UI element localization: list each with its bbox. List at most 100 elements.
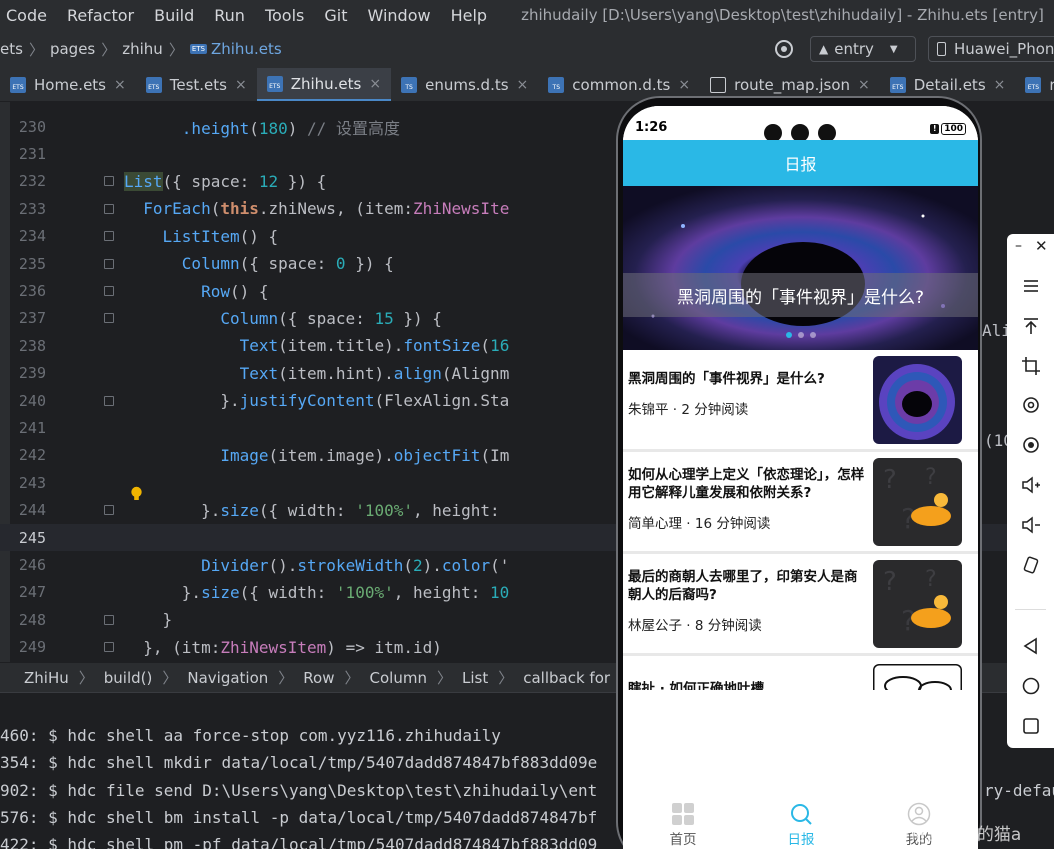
- line-number[interactable]: 247: [12, 583, 46, 601]
- device-rotate-icon[interactable]: [1021, 555, 1041, 575]
- banner-carousel[interactable]: 黑洞周围的「事件视界」是什么?: [623, 186, 978, 350]
- fold-marker-icon[interactable]: [104, 614, 114, 625]
- line-number[interactable]: 235: [12, 255, 46, 273]
- close-icon[interactable]: ×: [994, 77, 1006, 93]
- code-crumb[interactable]: Column: [370, 669, 427, 687]
- line-number[interactable]: 231: [12, 145, 46, 163]
- menu-run[interactable]: Run: [214, 6, 245, 25]
- back-icon[interactable]: [1021, 636, 1041, 656]
- pin-top-icon[interactable]: [1021, 316, 1041, 336]
- list-item[interactable]: 如何从心理学上定义「依恋理论」，怎样用它解释儿童发展和依附关系? 简单心理 · …: [623, 452, 978, 554]
- recent-apps-icon[interactable]: [1021, 716, 1041, 736]
- line-number[interactable]: 245: [12, 529, 46, 547]
- code-crumb[interactable]: ZhiHu: [24, 669, 69, 687]
- line-number[interactable]: 234: [12, 227, 46, 245]
- line-number[interactable]: 249: [12, 638, 46, 656]
- code-token: .zhiNews, (item:: [258, 199, 413, 219]
- menu-code[interactable]: Code: [6, 6, 47, 25]
- news-list[interactable]: 黑洞周围的「事件视界」是什么? 朱锦平 · 2 分钟阅读 如何从心理学上定义「依…: [623, 350, 978, 690]
- breadcrumb-file[interactable]: ETS Zhihu.ets: [189, 40, 282, 58]
- breadcrumb-ets[interactable]: ets 〉: [0, 39, 50, 60]
- line-number[interactable]: 233: [12, 200, 46, 218]
- lightbulb-icon[interactable]: [130, 486, 143, 502]
- line-number[interactable]: 243: [12, 474, 46, 492]
- rotate-icon[interactable]: [1021, 395, 1041, 415]
- menu-icon[interactable]: [1021, 276, 1041, 296]
- nav-daily[interactable]: 日报: [761, 802, 841, 848]
- list-item[interactable]: 瞎扯 · 如何正确地吐槽: [623, 656, 978, 690]
- line-number[interactable]: 232: [12, 172, 46, 190]
- menu-git[interactable]: Git: [324, 6, 347, 25]
- code-text: }.size({ width: '100%', height:: [124, 501, 509, 520]
- line-number[interactable]: 246: [12, 556, 46, 574]
- run-config-select[interactable]: ▲ entry ▼: [810, 36, 916, 62]
- tab-home-ets[interactable]: ETS Home.ets ×: [0, 68, 136, 101]
- code-token: ({ width:: [239, 582, 336, 602]
- device-select[interactable]: Huawei_Phon: [928, 36, 1054, 62]
- line-number[interactable]: 244: [12, 501, 46, 519]
- carousel-dot[interactable]: [810, 332, 816, 338]
- code-token: size: [220, 500, 259, 520]
- ts-file-icon: TS: [401, 76, 418, 93]
- phone-screen[interactable]: 1:26 ! 100 日报 黑洞周围的「事件视界」是什么? 黑洞周围的「事件视界…: [623, 106, 978, 849]
- fold-marker-icon[interactable]: [104, 231, 114, 242]
- close-icon[interactable]: ×: [858, 77, 870, 93]
- code-crumb[interactable]: List: [462, 669, 488, 687]
- volume-down-icon[interactable]: [1021, 515, 1041, 535]
- fold-marker-icon[interactable]: [104, 642, 114, 653]
- fold-marker-icon[interactable]: [104, 286, 114, 297]
- line-number[interactable]: 236: [12, 282, 46, 300]
- carousel-dot[interactable]: [798, 332, 804, 338]
- line-number[interactable]: 238: [12, 337, 46, 355]
- target-icon[interactable]: [775, 40, 793, 58]
- breadcrumb-pages[interactable]: pages 〉: [50, 39, 122, 60]
- line-number[interactable]: 241: [12, 419, 46, 437]
- tab-zhihu-ets[interactable]: ETS Zhihu.ets ×: [256, 68, 392, 101]
- list-item[interactable]: 黑洞周围的「事件视界」是什么? 朱锦平 · 2 分钟阅读: [623, 350, 978, 452]
- phone-emulator: 1:26 ! 100 日报 黑洞周围的「事件视界」是什么? 黑洞周围的「事件视界…: [616, 96, 982, 849]
- line-number[interactable]: 230: [12, 118, 46, 136]
- close-icon[interactable]: ✕: [1035, 237, 1048, 255]
- tab-enums-dts[interactable]: TS enums.d.ts ×: [391, 68, 538, 101]
- fold-marker-icon[interactable]: [104, 203, 114, 214]
- home-icon[interactable]: [1021, 676, 1041, 696]
- line-number[interactable]: 242: [12, 446, 46, 464]
- menu-build[interactable]: Build: [154, 6, 194, 25]
- fold-marker-icon[interactable]: [104, 505, 114, 516]
- close-icon[interactable]: ×: [369, 76, 381, 92]
- line-number[interactable]: 239: [12, 364, 46, 382]
- line-number[interactable]: 240: [12, 392, 46, 410]
- carousel-dot[interactable]: [786, 332, 792, 338]
- menu-window[interactable]: Window: [368, 6, 431, 25]
- minimize-icon[interactable]: –: [1015, 238, 1022, 254]
- line-number[interactable]: 237: [12, 309, 46, 327]
- chevron-right-icon: 〉: [101, 40, 117, 59]
- ets-file-icon: ETS: [1025, 76, 1042, 93]
- fold-marker-icon[interactable]: [104, 395, 114, 406]
- close-icon[interactable]: ×: [517, 77, 529, 93]
- close-icon[interactable]: ×: [678, 77, 690, 93]
- code-crumb[interactable]: Navigation: [187, 669, 268, 687]
- line-number[interactable]: 248: [12, 611, 46, 629]
- volume-up-icon[interactable]: [1021, 475, 1041, 495]
- crop-icon[interactable]: [1021, 356, 1041, 376]
- fold-marker-icon[interactable]: [104, 258, 114, 269]
- code-crumb[interactable]: Row: [303, 669, 334, 687]
- screenshot-icon[interactable]: [1021, 435, 1041, 455]
- menu-refactor[interactable]: Refactor: [67, 6, 134, 25]
- code-text: .height(180) // 设置高度: [124, 115, 400, 139]
- battery-indicator: ! 100: [930, 123, 966, 135]
- fold-marker-icon[interactable]: [104, 176, 114, 187]
- menu-help[interactable]: Help: [451, 6, 487, 25]
- tab-test-ets[interactable]: ETS Test.ets ×: [136, 68, 257, 101]
- code-crumb[interactable]: build(): [104, 669, 153, 687]
- close-icon[interactable]: ×: [114, 77, 126, 93]
- nav-home[interactable]: 首页: [643, 802, 723, 848]
- fold-marker-icon[interactable]: [104, 313, 114, 324]
- list-item[interactable]: 最后的商朝人去哪里了，印第安人是商朝人的后裔吗? 林屋公子 · 8 分钟阅读 ?…: [623, 554, 978, 656]
- code-token: ZhiNewsIte: [413, 199, 510, 219]
- tab-overflow[interactable]: ETS r: [1015, 68, 1054, 101]
- breadcrumb-zhihu[interactable]: zhihu 〉: [122, 39, 190, 60]
- close-icon[interactable]: ×: [235, 77, 247, 93]
- menu-tools[interactable]: Tools: [265, 6, 304, 25]
